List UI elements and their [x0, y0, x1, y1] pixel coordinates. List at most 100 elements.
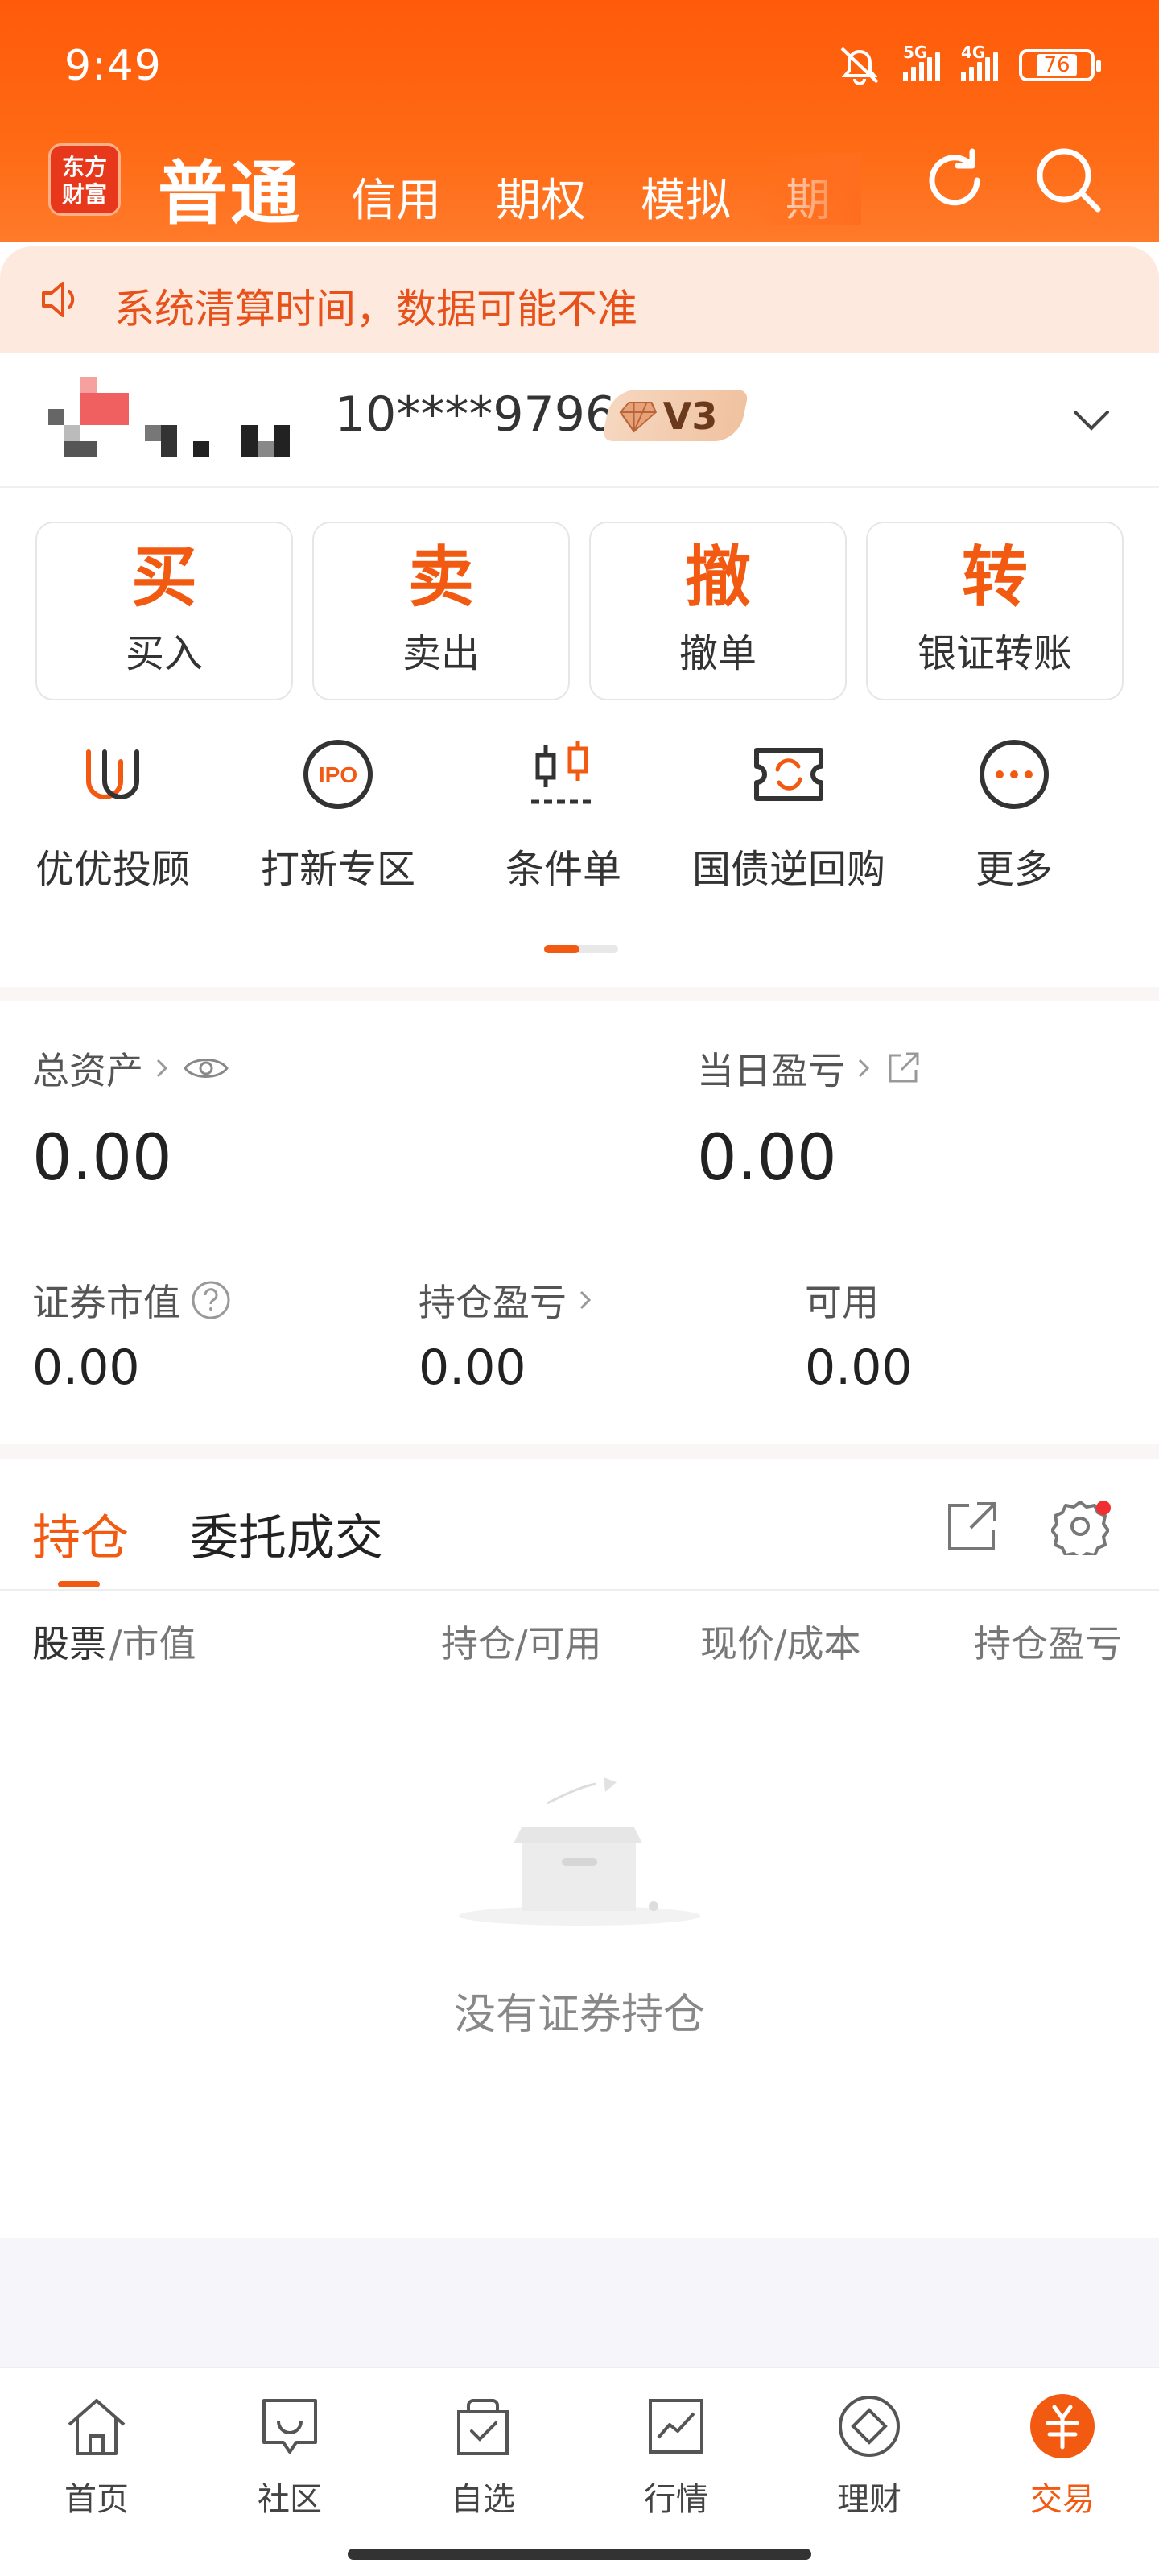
- help-icon[interactable]: [190, 1279, 232, 1321]
- holding-pl-label[interactable]: 持仓盈亏: [419, 1274, 596, 1327]
- available-label: 可用: [805, 1274, 879, 1327]
- available-value: 0.00: [805, 1340, 913, 1396]
- nav-watchlist-label: 自选: [451, 2481, 515, 2518]
- buy-glyph: 买: [130, 539, 197, 616]
- nav-trade[interactable]: 交易: [966, 2391, 1159, 2520]
- col-market-value: /市值: [109, 1622, 196, 1666]
- nav-market-label: 行情: [644, 2481, 708, 2518]
- chevron-right-icon: [580, 1290, 592, 1310]
- battery-level: 76: [1037, 54, 1077, 76]
- nav-home-label: 首页: [64, 2481, 129, 2518]
- quick-repo[interactable]: 国债逆回购: [676, 734, 901, 895]
- mute-alarm-icon: [840, 47, 879, 85]
- buy-button[interactable]: 买买入: [35, 522, 293, 700]
- repo-icon: [754, 748, 823, 801]
- watchlist-icon: [457, 2399, 509, 2455]
- daily-pl-text: 当日盈亏: [697, 1049, 845, 1092]
- bottom-nav: 首页 社区 自选 行情 理财 交易: [0, 2367, 1159, 2576]
- account-bar[interactable]: 10****9796 V3: [0, 353, 1159, 488]
- sell-glyph: 卖: [407, 539, 474, 616]
- nav-wealth-label: 理财: [837, 2481, 901, 2518]
- header: 9:49 5G 4G 76 东方 财富 普通 信用 期权 模拟 期: [0, 0, 1159, 242]
- vip-badge: V3: [601, 390, 749, 441]
- sell-button[interactable]: 卖卖出: [312, 522, 570, 700]
- nav-trade-label: 交易: [1030, 2481, 1095, 2518]
- quick-entries: 优优投顾 IPO 打新专区 条件单 国债逆回购 更多: [0, 734, 1159, 895]
- logo-line-1: 东方: [61, 154, 107, 180]
- battery-icon: 76: [1019, 49, 1101, 81]
- condition-order-icon: [531, 741, 596, 804]
- buy-label: 买入: [125, 631, 203, 676]
- vip-level: V3: [662, 394, 718, 438]
- advisor-icon: [86, 749, 139, 799]
- nav-market[interactable]: 行情: [580, 2391, 773, 2520]
- more-icon: [980, 740, 1049, 809]
- tab-normal[interactable]: 普通: [158, 137, 303, 237]
- empty-state-text: 没有证券持仓: [453, 1991, 705, 2039]
- quick-ipo[interactable]: IPO 打新专区: [225, 734, 451, 895]
- market-value-value: 0.00: [32, 1340, 140, 1396]
- bottom-spacer: [0, 2238, 1159, 2367]
- positions-header: 股票 /市值 持仓/可用 现价/成本 持仓盈亏: [0, 1591, 1159, 1687]
- quick-ipo-label: 打新专区: [260, 847, 415, 892]
- empty-box-illustration: [459, 1777, 700, 1926]
- total-assets-value: 0.00: [32, 1122, 172, 1195]
- chevron-down-icon[interactable]: [1069, 398, 1114, 443]
- refresh-icon[interactable]: [916, 142, 993, 219]
- divider: [0, 1444, 1159, 1459]
- export-icon[interactable]: [943, 1497, 1001, 1555]
- transfer-glyph: 转: [961, 539, 1028, 616]
- search-icon[interactable]: [1030, 142, 1107, 219]
- holding-pl-value: 0.00: [419, 1340, 526, 1396]
- quick-more[interactable]: 更多: [901, 734, 1127, 895]
- col-price-cost: 现价/成本: [700, 1622, 861, 1666]
- notification-dot: [1096, 1501, 1111, 1515]
- status-icons: 5G 4G 76: [837, 43, 1101, 85]
- daily-pl-label[interactable]: 当日盈亏: [697, 1042, 922, 1095]
- share-icon[interactable]: [884, 1049, 922, 1088]
- tab-credit[interactable]: 信用: [351, 164, 441, 229]
- eye-icon[interactable]: [182, 1052, 230, 1084]
- col-holding-pl: 持仓盈亏: [974, 1622, 1122, 1666]
- community-icon: [262, 2399, 317, 2454]
- signal-4g-icon: 4G: [961, 43, 998, 81]
- nav-community[interactable]: 社区: [193, 2391, 386, 2520]
- speaker-icon: [42, 282, 75, 317]
- bank-transfer-button[interactable]: 转银证转账: [866, 522, 1124, 700]
- total-assets-label[interactable]: 总资产: [32, 1042, 230, 1095]
- tab-simulation[interactable]: 模拟: [641, 164, 731, 229]
- nav-home[interactable]: 首页: [0, 2391, 193, 2520]
- nav-watchlist[interactable]: 自选: [386, 2391, 580, 2520]
- account-number: 10****9796: [335, 386, 617, 443]
- tab-orders[interactable]: 委托成交: [190, 1499, 383, 1569]
- nav-community-label: 社区: [258, 2481, 322, 2518]
- col-holding-available: 持仓/可用: [441, 1622, 602, 1666]
- trade-icon: [1030, 2394, 1095, 2458]
- notice-text: 系统清算时间，数据可能不准: [114, 286, 637, 332]
- app-logo: 东方 财富: [48, 143, 121, 216]
- cancel-label: 撤单: [678, 631, 757, 676]
- quick-advisor-label: 优优投顾: [35, 847, 190, 892]
- assets-panel: 总资产 0.00 当日盈亏 0.00 证券市值 0.00 持仓盈亏 0.00 可…: [0, 1001, 1159, 1444]
- transfer-label: 银证转账: [917, 631, 1072, 676]
- holding-pl-text: 持仓盈亏: [419, 1281, 567, 1324]
- svg-text:IPO: IPO: [319, 762, 357, 787]
- sell-label: 卖出: [402, 631, 480, 676]
- tab-options[interactable]: 期权: [496, 164, 586, 229]
- logo-line-2: 财富: [61, 181, 107, 208]
- wealth-icon: [839, 2396, 900, 2457]
- nav-wealth[interactable]: 理财: [773, 2391, 966, 2520]
- ipo-icon: IPO: [303, 740, 373, 809]
- pager-active: [544, 945, 580, 953]
- market-value-label: 证券市值: [32, 1274, 232, 1327]
- market-icon: [649, 2399, 703, 2454]
- status-time: 9:49: [64, 42, 162, 90]
- tab-holdings[interactable]: 持仓: [32, 1499, 129, 1569]
- quick-condition-order[interactable]: 条件单: [451, 734, 676, 895]
- notice-bar: 系统清算时间，数据可能不准: [0, 246, 1159, 353]
- home-indicator: [348, 2549, 811, 2560]
- chevron-right-icon: [156, 1059, 168, 1078]
- daily-pl-value: 0.00: [697, 1122, 837, 1195]
- quick-advisor[interactable]: 优优投顾: [0, 734, 225, 895]
- cancel-order-button[interactable]: 撤撤单: [589, 522, 847, 700]
